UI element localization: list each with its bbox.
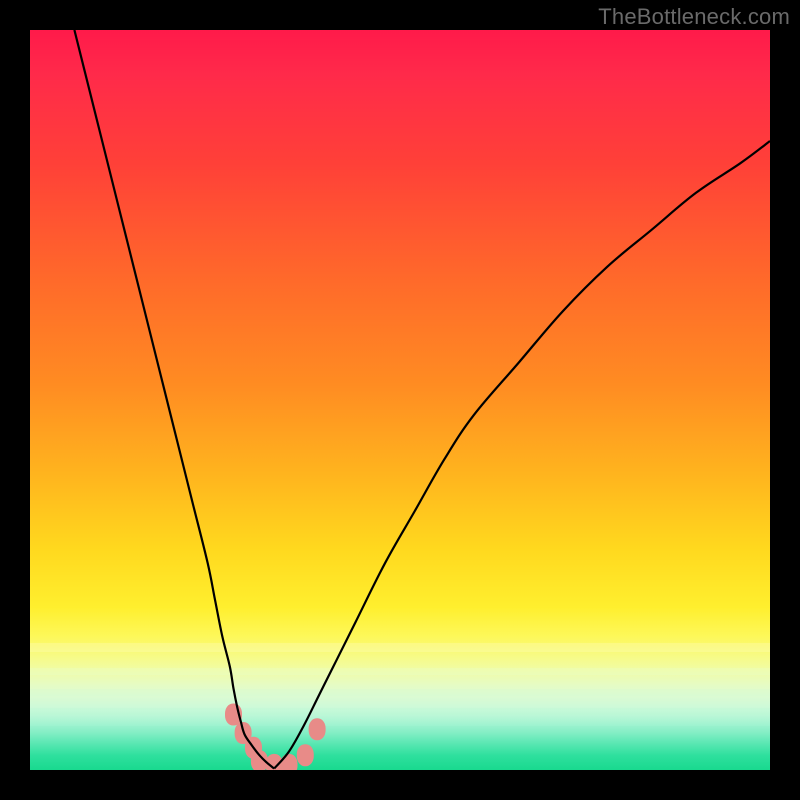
curve-left-branch — [74, 30, 274, 769]
valley-blob — [297, 744, 314, 766]
chart-frame: TheBottleneck.com — [0, 0, 800, 800]
plot-area — [30, 30, 770, 770]
watermark-text: TheBottleneck.com — [598, 4, 790, 30]
valley-blob — [281, 754, 298, 770]
curves-layer — [30, 30, 770, 770]
valley-blob — [309, 718, 326, 740]
curve-right-branch — [274, 141, 770, 769]
